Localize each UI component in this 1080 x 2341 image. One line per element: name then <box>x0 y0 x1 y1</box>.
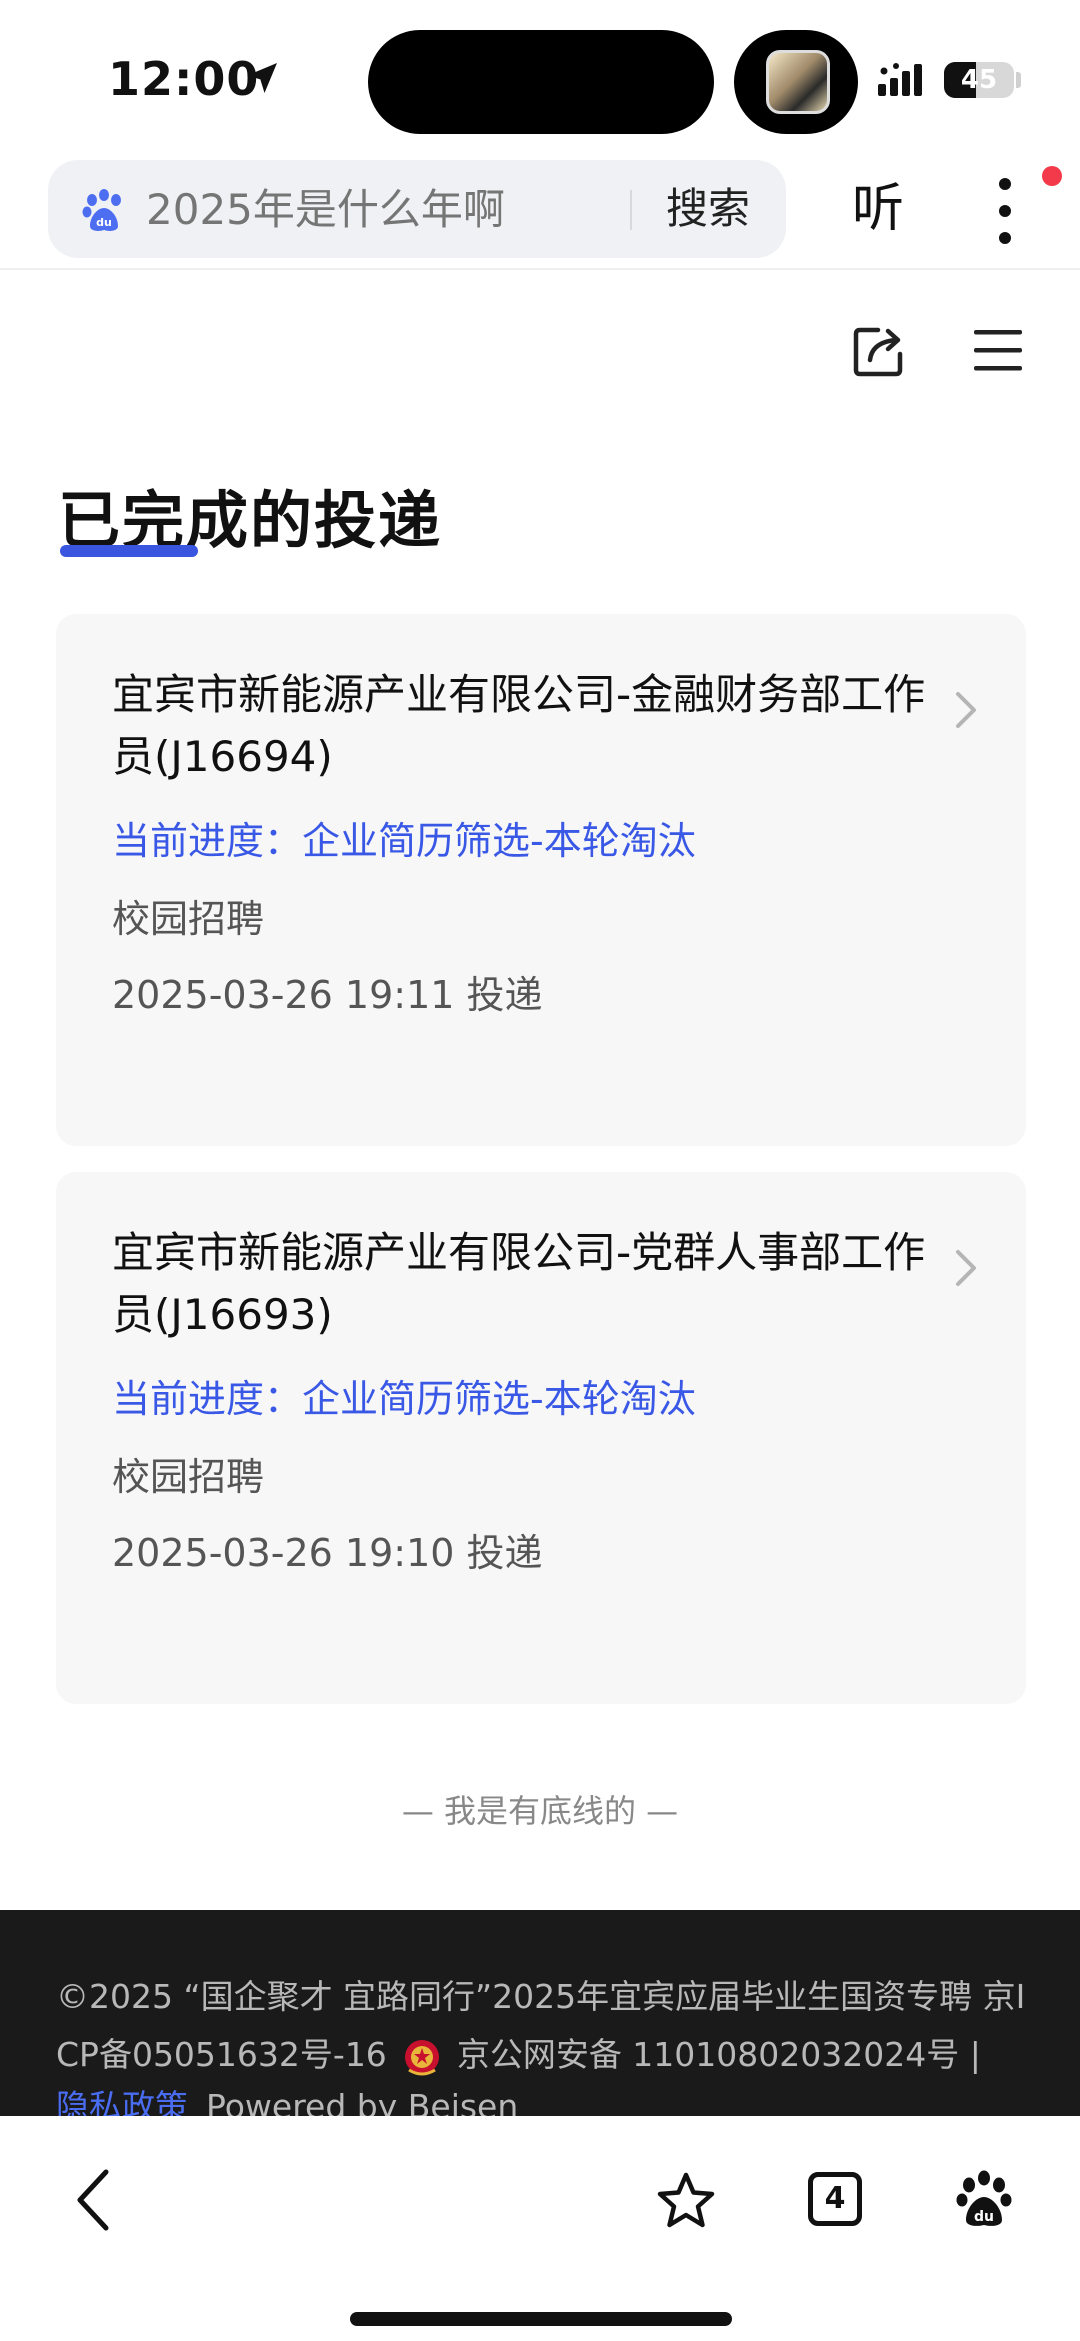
status-time: 12:00 <box>108 52 260 106</box>
battery-level: 45 <box>960 65 998 95</box>
job-title: 宜宾市新能源产业有限公司-党群人事部工作员(J16693) <box>112 1228 926 1339</box>
now-playing-thumbnail[interactable] <box>734 30 858 134</box>
dynamic-island <box>368 30 714 134</box>
back-icon[interactable] <box>68 2164 118 2236</box>
job-title: 宜宾市新能源产业有限公司-金融财务部工作员(J16694) <box>112 670 926 781</box>
site-footer: ©2025 “国企聚才 宜路同行”2025年宜宾应届毕业生国资专聘 京I CP备… <box>0 1910 1080 2116</box>
header-divider <box>0 268 1080 270</box>
recruitment-type: 校园招聘 <box>112 1455 265 1499</box>
police-registration[interactable]: 京公网安备 11010802032024号 | <box>457 2035 981 2074</box>
search-button[interactable]: 搜索 <box>666 178 750 240</box>
powered-by: Powered by Beisen <box>206 2087 519 2116</box>
recruitment-type: 校园招聘 <box>112 897 265 941</box>
chevron-right-icon[interactable] <box>948 686 984 734</box>
end-of-list-text: — 我是有底线的 — <box>401 1792 679 1830</box>
battery-icon: 45 <box>944 62 1014 98</box>
svg-text:du: du <box>96 216 112 229</box>
police-badge-icon <box>404 2039 439 2075</box>
title-underline <box>60 545 198 557</box>
privacy-policy-link[interactable]: 隐私政策 <box>56 2087 188 2116</box>
application-card[interactable]: 宜宾市新能源产业有限公司-党群人事部工作员(J16693) 当前进度：企业简历筛… <box>56 1172 1026 1704</box>
footer-registration: CP备05051632号-16 京公网安备 11010802032024号 | <box>56 2028 981 2078</box>
notification-dot <box>1042 166 1062 186</box>
svg-text:du: du <box>974 2209 994 2225</box>
footer-links: 隐私政策 Powered by Beisen <box>56 2080 518 2116</box>
baidu-paw-icon[interactable]: du <box>954 2168 1014 2230</box>
location-arrow-icon <box>247 63 277 93</box>
search-input[interactable] <box>146 182 646 236</box>
progress-status: 当前进度：企业简历筛选-本轮淘汰 <box>112 819 696 863</box>
icp-number[interactable]: CP备05051632号-16 <box>56 2035 387 2074</box>
home-indicator <box>350 2312 732 2326</box>
chevron-right-icon[interactable] <box>948 1244 984 1292</box>
listen-button[interactable]: 听 <box>852 172 904 246</box>
album-art <box>766 50 830 114</box>
battery-cap <box>1016 72 1021 88</box>
footer-copyright: ©2025 “国企聚才 宜路同行”2025年宜宾应届毕业生国资专聘 京I <box>56 1977 1026 2016</box>
tabs-icon[interactable]: 4 <box>808 2172 862 2226</box>
baidu-paw-icon: du <box>82 189 121 231</box>
search-divider <box>630 190 632 230</box>
more-vertical-icon[interactable] <box>990 176 1020 246</box>
share-icon[interactable] <box>852 322 908 378</box>
submit-date: 2025-03-26 19:10 投递 <box>112 1531 543 1575</box>
menu-icon[interactable] <box>972 326 1024 374</box>
star-icon[interactable] <box>654 2170 718 2232</box>
progress-status: 当前进度：企业简历筛选-本轮淘汰 <box>112 1377 696 1421</box>
application-card[interactable]: 宜宾市新能源产业有限公司-金融财务部工作员(J16694) 当前进度：企业简历筛… <box>56 614 1026 1146</box>
signal-icon <box>878 63 922 96</box>
status-bar: 12:00 45 <box>0 0 1080 150</box>
submit-date: 2025-03-26 19:11 投递 <box>112 973 543 1017</box>
search-bar[interactable]: du 搜索 <box>48 160 786 258</box>
browser-bottom-nav: 4 du <box>0 2116 1080 2341</box>
